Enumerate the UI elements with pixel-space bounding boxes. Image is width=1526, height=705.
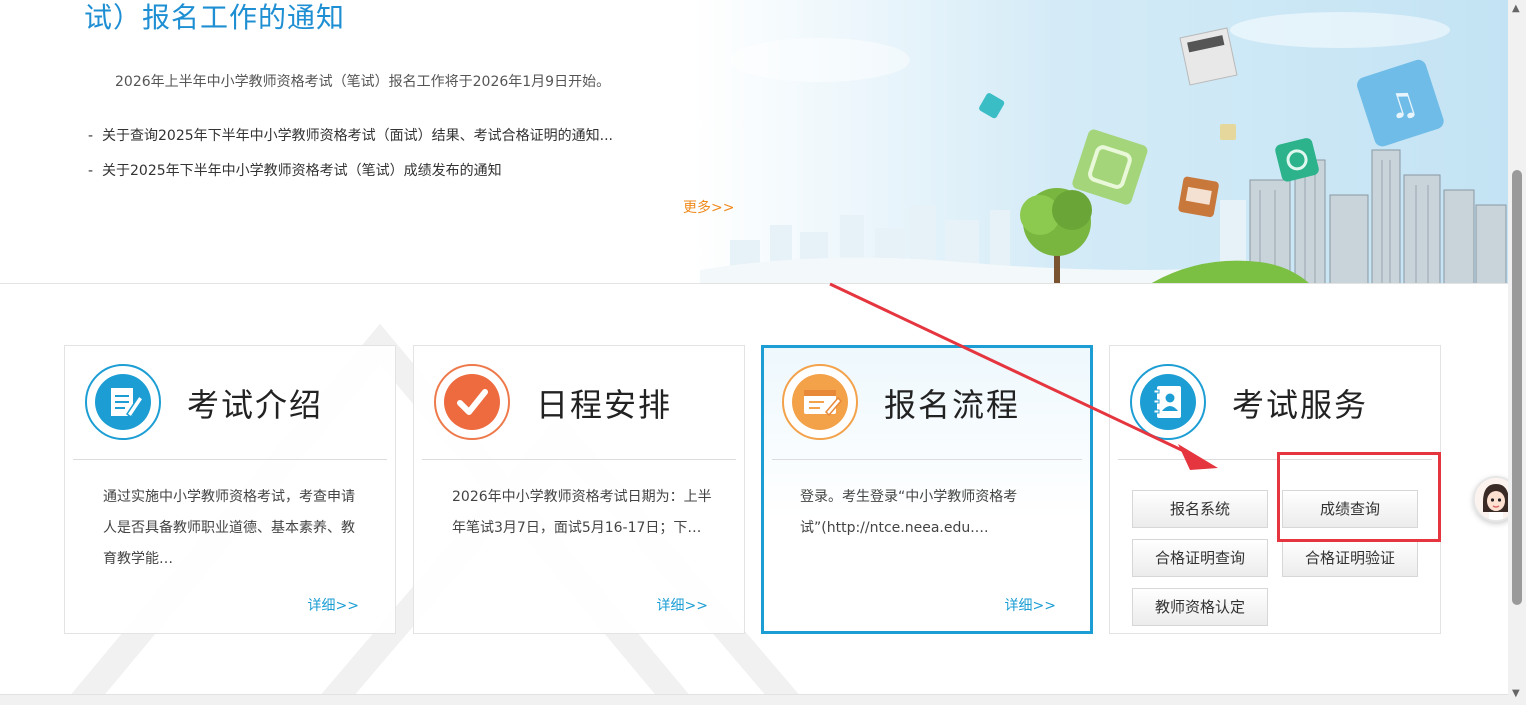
card-title: 报名流程 [884, 386, 1021, 424]
detail-link[interactable]: 详细>> [657, 595, 708, 615]
contact-book-icon [1130, 364, 1206, 440]
notice-lead-text: 2026年上半年中小学教师资格考试（笔试）报名工作将于2026年1月9日开始。 [115, 74, 611, 90]
registration-system-button[interactable]: 报名系统 [1132, 490, 1268, 528]
divider [422, 459, 736, 460]
news-item-text: 关于2025年下半年中小学教师资格考试（笔试）成绩发布的通知 [102, 163, 502, 179]
card-header: 考试介绍 [65, 346, 395, 461]
scroll-up-arrow-icon[interactable]: ▲ [1512, 3, 1520, 14]
news-item[interactable]: - 关于查询2025年下半年中小学教师资格考试（面试）结果、考试合格证明的通知.… [88, 126, 613, 161]
card-schedule: 日程安排 2026年中小学教师资格考试日期为：上半年笔试3月7日，面试5月16-… [413, 345, 745, 634]
divider [772, 459, 1082, 460]
card-description: 2026年中小学教师资格考试日期为：上半年笔试3月7日，面试5月16-17日；下… [452, 489, 712, 536]
certificate-query-button[interactable]: 合格证明查询 [1132, 539, 1268, 577]
city-illustration: ♫ [700, 12, 1507, 283]
page-title: 试）报名工作的通知 [84, 1, 346, 34]
news-item-text: 关于查询2025年下半年中小学教师资格考试（面试）结果、考试合格证明的通知... [102, 128, 613, 144]
vertical-scrollbar[interactable]: ▲ ▼ [1508, 0, 1526, 705]
card-header: 考试服务 [1110, 346, 1440, 461]
news-list: - 关于查询2025年下半年中小学教师资格考试（面试）结果、考试合格证明的通知.… [88, 126, 613, 196]
card-exam-intro: 考试介绍 通过实施中小学教师资格考试，考查申请人是否具备教师职业道德、基本素养、… [64, 345, 396, 634]
highlight-box [1277, 452, 1441, 542]
detail-link[interactable]: 详细>> [1005, 595, 1056, 615]
card-title: 日程安排 [536, 386, 673, 424]
card-title: 考试介绍 [187, 386, 324, 424]
teacher-certification-button[interactable]: 教师资格认定 [1132, 588, 1268, 626]
card-header: 报名流程 [764, 348, 1090, 463]
news-item[interactable]: - 关于2025年下半年中小学教师资格考试（笔试）成绩发布的通知 [88, 161, 613, 196]
card-title: 考试服务 [1232, 386, 1369, 424]
checkmark-icon [434, 364, 510, 440]
card-header: 日程安排 [414, 346, 744, 461]
scrollbar-thumb[interactable] [1512, 170, 1522, 605]
card-registration-process: 报名流程 登录。考生登录“中小学教师资格考试”(http://ntce.neea… [761, 345, 1093, 634]
notice-banner: ♫ 试）报名工作的通知 2026年上半年中小学教师资格考试（笔试）报名工作将于2… [0, 0, 1508, 284]
divider [73, 459, 387, 460]
page: ♫ 试）报名工作的通知 2026年上半年中小学教师资格考试（笔试）报名工作将于2… [0, 0, 1526, 705]
bullet-icon: - [88, 128, 94, 144]
card-description: 通过实施中小学教师资格考试，考查申请人是否具备教师职业道德、基本素养、教育教学能… [103, 489, 355, 567]
registration-form-icon [782, 364, 858, 440]
certificate-verify-button[interactable]: 合格证明验证 [1282, 539, 1418, 577]
card-description: 登录。考生登录“中小学教师资格考试”(http://ntce.neea.edu.… [800, 489, 1018, 536]
detail-link[interactable]: 详细>> [308, 595, 359, 615]
horizontal-scrollbar[interactable] [0, 694, 1508, 705]
scroll-down-arrow-icon[interactable]: ▼ [1512, 688, 1520, 699]
more-link[interactable]: 更多>> [683, 197, 734, 217]
bullet-icon: - [88, 163, 94, 179]
document-edit-icon [85, 364, 161, 440]
